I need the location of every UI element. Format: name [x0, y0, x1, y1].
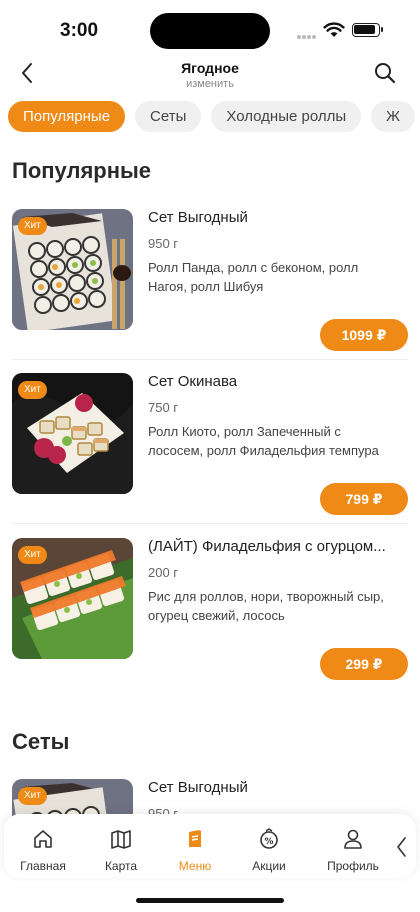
home-icon [34, 830, 52, 848]
battery-icon [352, 23, 383, 37]
product-weight: 750 г [148, 400, 179, 415]
tab-more[interactable]: Ж [371, 101, 415, 132]
location-selector[interactable]: Ягодное изменить [0, 60, 420, 90]
tab-cold-rolls[interactable]: Холодные роллы [211, 101, 362, 132]
hit-badge: Хит [18, 787, 47, 805]
menu-icon [189, 830, 201, 847]
nav-promos[interactable]: % Акции [234, 828, 304, 873]
hit-badge: Хит [18, 546, 47, 564]
product-description: Ролл Панда, ролл с беконом, ролл Нагоя, … [148, 260, 359, 294]
page-title: Ягодное [181, 60, 239, 76]
header: Ягодное изменить [0, 56, 420, 94]
dynamic-island [150, 13, 270, 49]
nav-map[interactable]: Карта [86, 828, 156, 873]
chevron-left-icon [397, 837, 406, 857]
nav-menu[interactable]: Меню [160, 828, 230, 873]
signal-icon [297, 26, 319, 39]
product-description: Ролл Киото, ролл Запеченный с лососем, р… [148, 424, 379, 458]
nav-home-label: Главная [20, 859, 66, 873]
product-weight: 950 г [148, 236, 179, 251]
category-tabs: Популярные Сеты Холодные роллы Ж [8, 101, 420, 133]
product-card[interactable]: Хит (ЛАЙТ) Филадельфия с огурцом... 200 … [12, 538, 408, 683]
nav-profile[interactable]: Профиль [318, 828, 388, 873]
map-icon [111, 830, 131, 849]
svg-text:%: % [264, 837, 273, 847]
bottom-nav: Главная Карта Меню % Акции Профиль [4, 814, 416, 878]
product-name: Сет Окинава [148, 373, 238, 390]
tab-sets[interactable]: Сеты [135, 101, 202, 132]
section-title-popular: Популярные [12, 158, 152, 183]
tab-popular[interactable]: Популярные [8, 101, 126, 132]
product-card[interactable]: Хит Сет Выгодный 950 г Ролл Панда, ролл … [12, 209, 408, 354]
price-button[interactable]: 299 ₽ [320, 648, 408, 680]
divider [12, 359, 408, 360]
change-location-link[interactable]: изменить [0, 78, 420, 90]
product-name: Сет Выгодный [148, 779, 248, 796]
product-weight: 200 г [148, 565, 179, 580]
discount-icon: % [260, 828, 278, 849]
nav-menu-label: Меню [178, 859, 212, 873]
product-description: Рис для роллов, нори, творожный сыр, огу… [148, 589, 384, 623]
wifi-icon [323, 22, 345, 37]
price-button[interactable]: 1099 ₽ [320, 319, 408, 351]
nav-profile-label: Профиль [327, 859, 379, 873]
home-indicator [136, 898, 284, 903]
product-name: Сет Выгодный [148, 209, 248, 226]
section-title-sets: Сеты [12, 729, 70, 754]
hit-badge: Хит [18, 217, 47, 235]
price-button[interactable]: 799 ₽ [320, 483, 408, 515]
status-bar: 3:00 [0, 0, 420, 60]
profile-icon [344, 829, 362, 849]
nav-collapse-button[interactable] [396, 836, 408, 863]
product-card[interactable]: Хит Сет Окинава 750 г Ролл Киото, ролл З… [12, 373, 408, 518]
hit-badge: Хит [18, 381, 47, 399]
search-button[interactable] [374, 62, 396, 89]
nav-map-label: Карта [104, 859, 138, 873]
nav-promos-label: Акции [252, 859, 286, 873]
divider [12, 523, 408, 524]
search-icon [375, 63, 396, 84]
status-time: 3:00 [60, 20, 99, 41]
nav-home[interactable]: Главная [8, 828, 78, 873]
product-name: (ЛАЙТ) Филадельфия с огурцом... [148, 538, 386, 555]
product-card[interactable]: Хит Сет Выгодный 950 г [12, 779, 408, 819]
